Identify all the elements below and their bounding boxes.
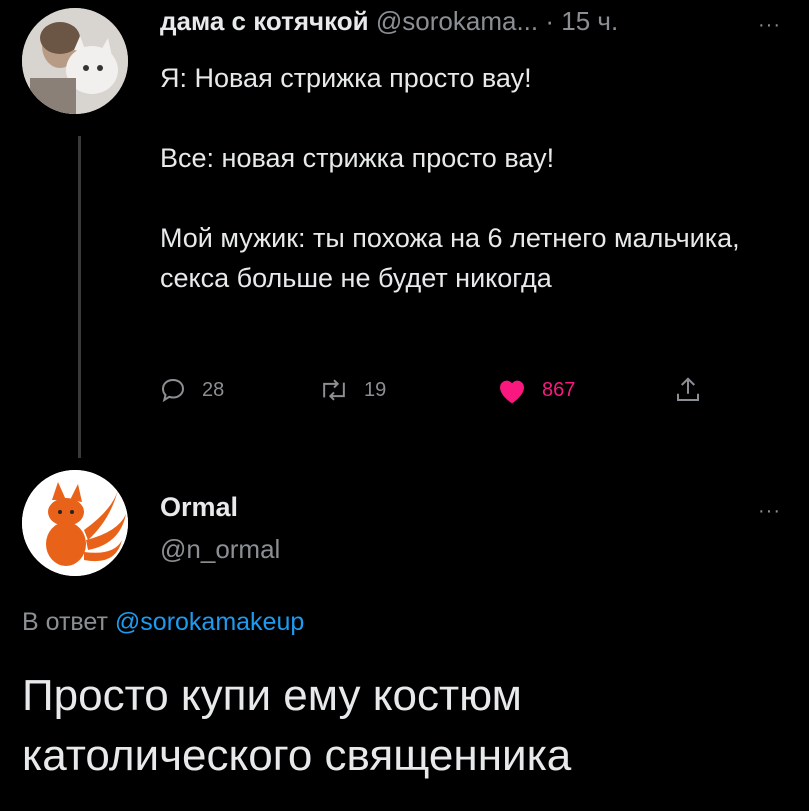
author-name[interactable]: Ormal [160,492,238,523]
author-handle[interactable]: @n_ormal [160,534,280,565]
retweet-icon [323,379,345,401]
reply-button[interactable]: 28 [158,375,224,405]
thread-connector-line [78,136,81,458]
tweet-line: Мой мужик: ты похожа на 6 летнего мальчи… [160,223,740,293]
tweet-text: Я: Новая стрижка просто вау! Все: новая … [160,58,770,298]
avatar-ormal[interactable] [22,470,128,576]
tweet-actions: 28 19 867 [158,375,718,411]
share-button[interactable] [673,375,703,405]
tweet-time[interactable]: 15 ч. [561,6,618,36]
retweet-count: 19 [364,378,387,401]
avatar-image [22,8,128,114]
tweet-header: дама с котячкой @sorokama... · 15 ч. [160,6,618,37]
separator: · [538,6,562,36]
reply-count: 28 [202,378,225,401]
reply-to-handle-link[interactable]: @sorokamakeup [115,608,304,636]
more-options-icon[interactable]: ··· [758,14,781,37]
like-count: 867 [542,378,576,401]
author-handle[interactable]: @sorokama... [376,6,538,36]
heart-icon [500,380,524,404]
reply-tweet-text: Просто купи ему костюм католического свя… [22,671,572,780]
more-options-icon[interactable]: ··· [758,500,781,523]
retweet-button[interactable]: 19 [318,375,386,405]
reply-icon [161,378,185,403]
author-name[interactable]: дама с котячкой [160,6,369,36]
tweet-line: Я: Новая стрижка просто вау! [160,63,532,93]
tweet-line: Все: новая стрижка просто вау! [160,143,555,173]
reply-prefix: В ответ [22,608,115,636]
like-button[interactable]: 867 [496,375,575,405]
share-icon [677,377,699,401]
reply-context: В ответ @sorokamakeup [22,608,304,637]
fox-avatar-image [22,470,128,576]
avatar-dama-s-kotyachkoy[interactable] [22,8,128,114]
